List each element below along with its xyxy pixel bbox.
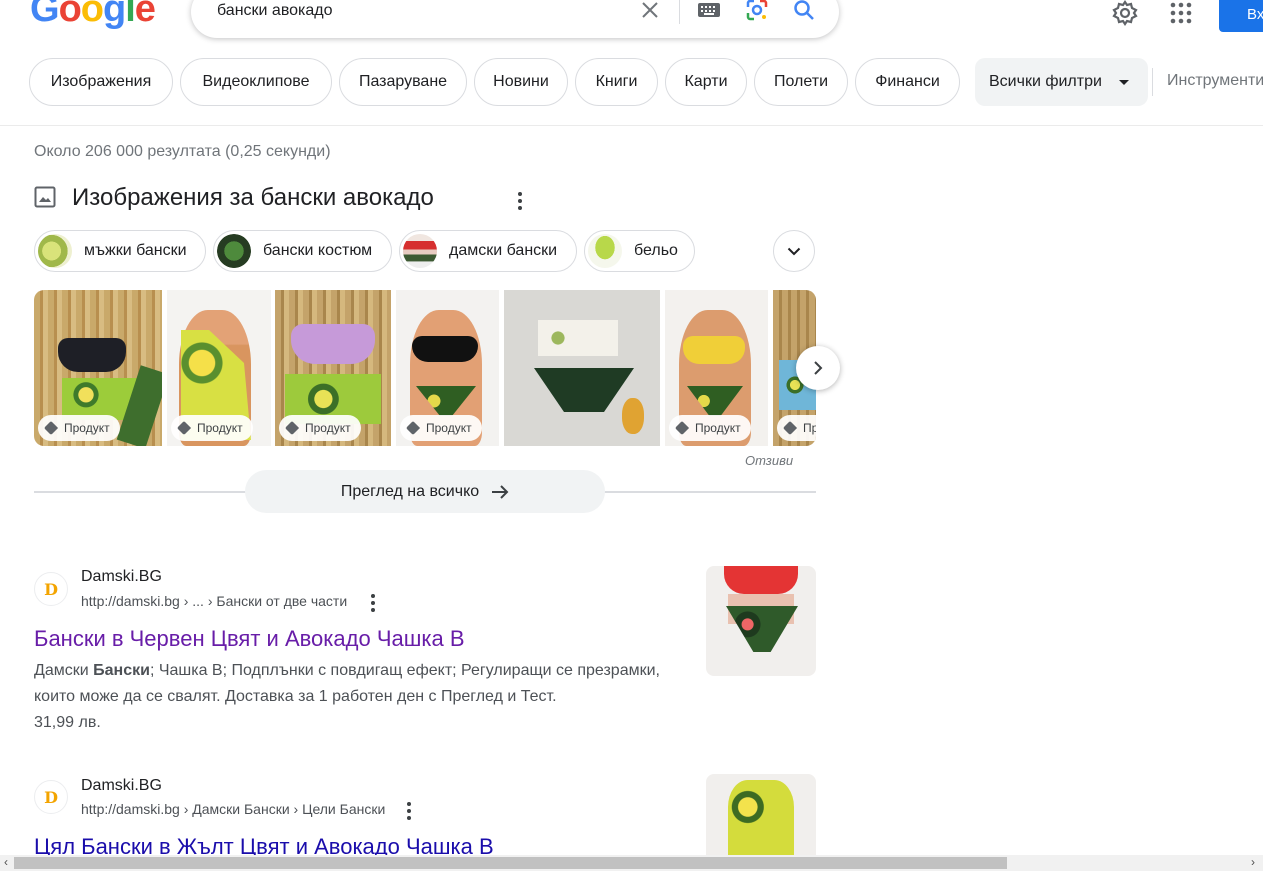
- product-tag: Пр: [777, 415, 816, 441]
- site-favicon[interactable]: D: [34, 572, 68, 606]
- image-result[interactable]: [504, 290, 660, 446]
- search-icon[interactable]: [792, 0, 816, 22]
- product-tag: Продукт: [171, 415, 253, 441]
- chevron-right-icon: [814, 361, 823, 375]
- related-chip-underwear[interactable]: бельо: [584, 230, 695, 272]
- google-logo[interactable]: Google: [30, 0, 156, 31]
- product-tag: Продукт: [400, 415, 482, 441]
- feedback-link[interactable]: Отзиви: [745, 453, 793, 468]
- see-all-label: Преглед на всичко: [340, 482, 480, 500]
- tab-maps[interactable]: Карти: [665, 58, 747, 106]
- chevron-down-icon: [787, 247, 801, 255]
- lens-icon[interactable]: [745, 0, 769, 22]
- related-chip-swimsuit[interactable]: бански костюм: [213, 230, 392, 272]
- more-options-icon[interactable]: [518, 192, 522, 210]
- carousel-next-button[interactable]: [796, 346, 840, 390]
- tag-icon: [43, 420, 59, 436]
- more-options-icon[interactable]: [371, 594, 375, 612]
- chip-thumbnail: [403, 234, 437, 268]
- result-stats: Около 206 000 резултата (0,25 секунди): [34, 143, 331, 160]
- scroll-right-icon[interactable]: ›: [1251, 855, 1255, 869]
- apps-grid-icon[interactable]: [1167, 0, 1195, 26]
- caret-down-icon: [1118, 79, 1129, 85]
- chip-thumbnail: [38, 234, 72, 268]
- chip-thumbnail: [217, 234, 251, 268]
- tab-videos[interactable]: Видеоклипове: [180, 58, 332, 106]
- see-all-images-button[interactable]: Преглед на всичко: [245, 470, 605, 513]
- result-thumbnail[interactable]: [706, 566, 816, 676]
- image-carousel: Продукт Продукт Продукт Продукт Продукт …: [34, 290, 816, 446]
- site-favicon[interactable]: D: [34, 780, 68, 814]
- site-name[interactable]: Damski.BG: [81, 568, 162, 586]
- related-chip-mens-swimwear[interactable]: мъжки бански: [34, 230, 206, 272]
- chip-thumbnail: [588, 234, 622, 268]
- tools-button[interactable]: Инструменти: [1167, 72, 1263, 90]
- keyboard-icon[interactable]: [697, 0, 721, 22]
- chip-label: мъжки бански: [84, 242, 187, 259]
- horizontal-scrollbar[interactable]: ‹ ›: [0, 855, 1263, 871]
- tab-books[interactable]: Книги: [575, 58, 658, 106]
- site-name[interactable]: Damski.BG: [81, 777, 162, 795]
- related-chip-womens-swimwear[interactable]: дамски бански: [399, 230, 577, 272]
- tab-finance[interactable]: Финанси: [855, 58, 960, 106]
- sign-in-button[interactable]: Вх: [1219, 0, 1263, 32]
- chip-label: бански костюм: [263, 242, 373, 259]
- settings-icon[interactable]: [1111, 0, 1139, 26]
- tab-news[interactable]: Новини: [474, 58, 568, 106]
- arrow-right-icon: [492, 484, 509, 499]
- image-result[interactable]: Продукт: [396, 290, 499, 446]
- tab-images[interactable]: Изображения: [29, 58, 173, 106]
- tag-icon: [674, 420, 690, 436]
- chip-label: бельо: [634, 242, 678, 259]
- tag-icon: [176, 420, 192, 436]
- expand-related-button[interactable]: [773, 230, 815, 272]
- tag-icon: [782, 420, 798, 436]
- tab-shopping[interactable]: Пазаруване: [339, 58, 467, 106]
- images-section-title: Изображения за бански авокадо: [72, 184, 434, 211]
- result-title-link[interactable]: Бански в Червен Цвят и Авокадо Чашка B: [34, 626, 465, 652]
- image-result[interactable]: Продукт: [167, 290, 271, 446]
- clear-icon[interactable]: [638, 0, 662, 22]
- image-result[interactable]: Продукт: [275, 290, 391, 446]
- result-price: 31,99 лв.: [34, 714, 101, 731]
- search-box[interactable]: бански авокадо: [191, 0, 839, 38]
- all-filters-button[interactable]: Всички филтри: [975, 58, 1148, 106]
- result-snippet: Дамски Бански; Чашка B; Подплънки с повд…: [34, 662, 660, 731]
- all-filters-label: Всички филтри: [989, 73, 1102, 90]
- search-input[interactable]: бански авокадо: [217, 2, 333, 20]
- site-url[interactable]: http://damski.bg › Дамски Бански › Цели …: [81, 801, 385, 817]
- scrollbar-thumb[interactable]: [14, 857, 1007, 869]
- tag-icon: [405, 420, 421, 436]
- image-result[interactable]: Продукт: [34, 290, 162, 446]
- chip-label: дамски бански: [449, 242, 558, 259]
- scroll-left-icon[interactable]: ‹: [4, 855, 8, 869]
- image-result[interactable]: Продукт: [665, 290, 768, 446]
- image-icon: [34, 186, 56, 208]
- tag-icon: [284, 420, 300, 436]
- more-options-icon[interactable]: [407, 802, 411, 820]
- header-divider: [0, 125, 1263, 126]
- divider: [1152, 68, 1153, 96]
- divider: [679, 0, 680, 24]
- product-tag: Продукт: [279, 415, 361, 441]
- site-url[interactable]: http://damski.bg › ... › Бански от две ч…: [81, 593, 347, 609]
- product-tag: Продукт: [669, 415, 751, 441]
- result-thumbnail[interactable]: [706, 774, 816, 855]
- tab-flights[interactable]: Полети: [754, 58, 848, 106]
- product-tag: Продукт: [38, 415, 120, 441]
